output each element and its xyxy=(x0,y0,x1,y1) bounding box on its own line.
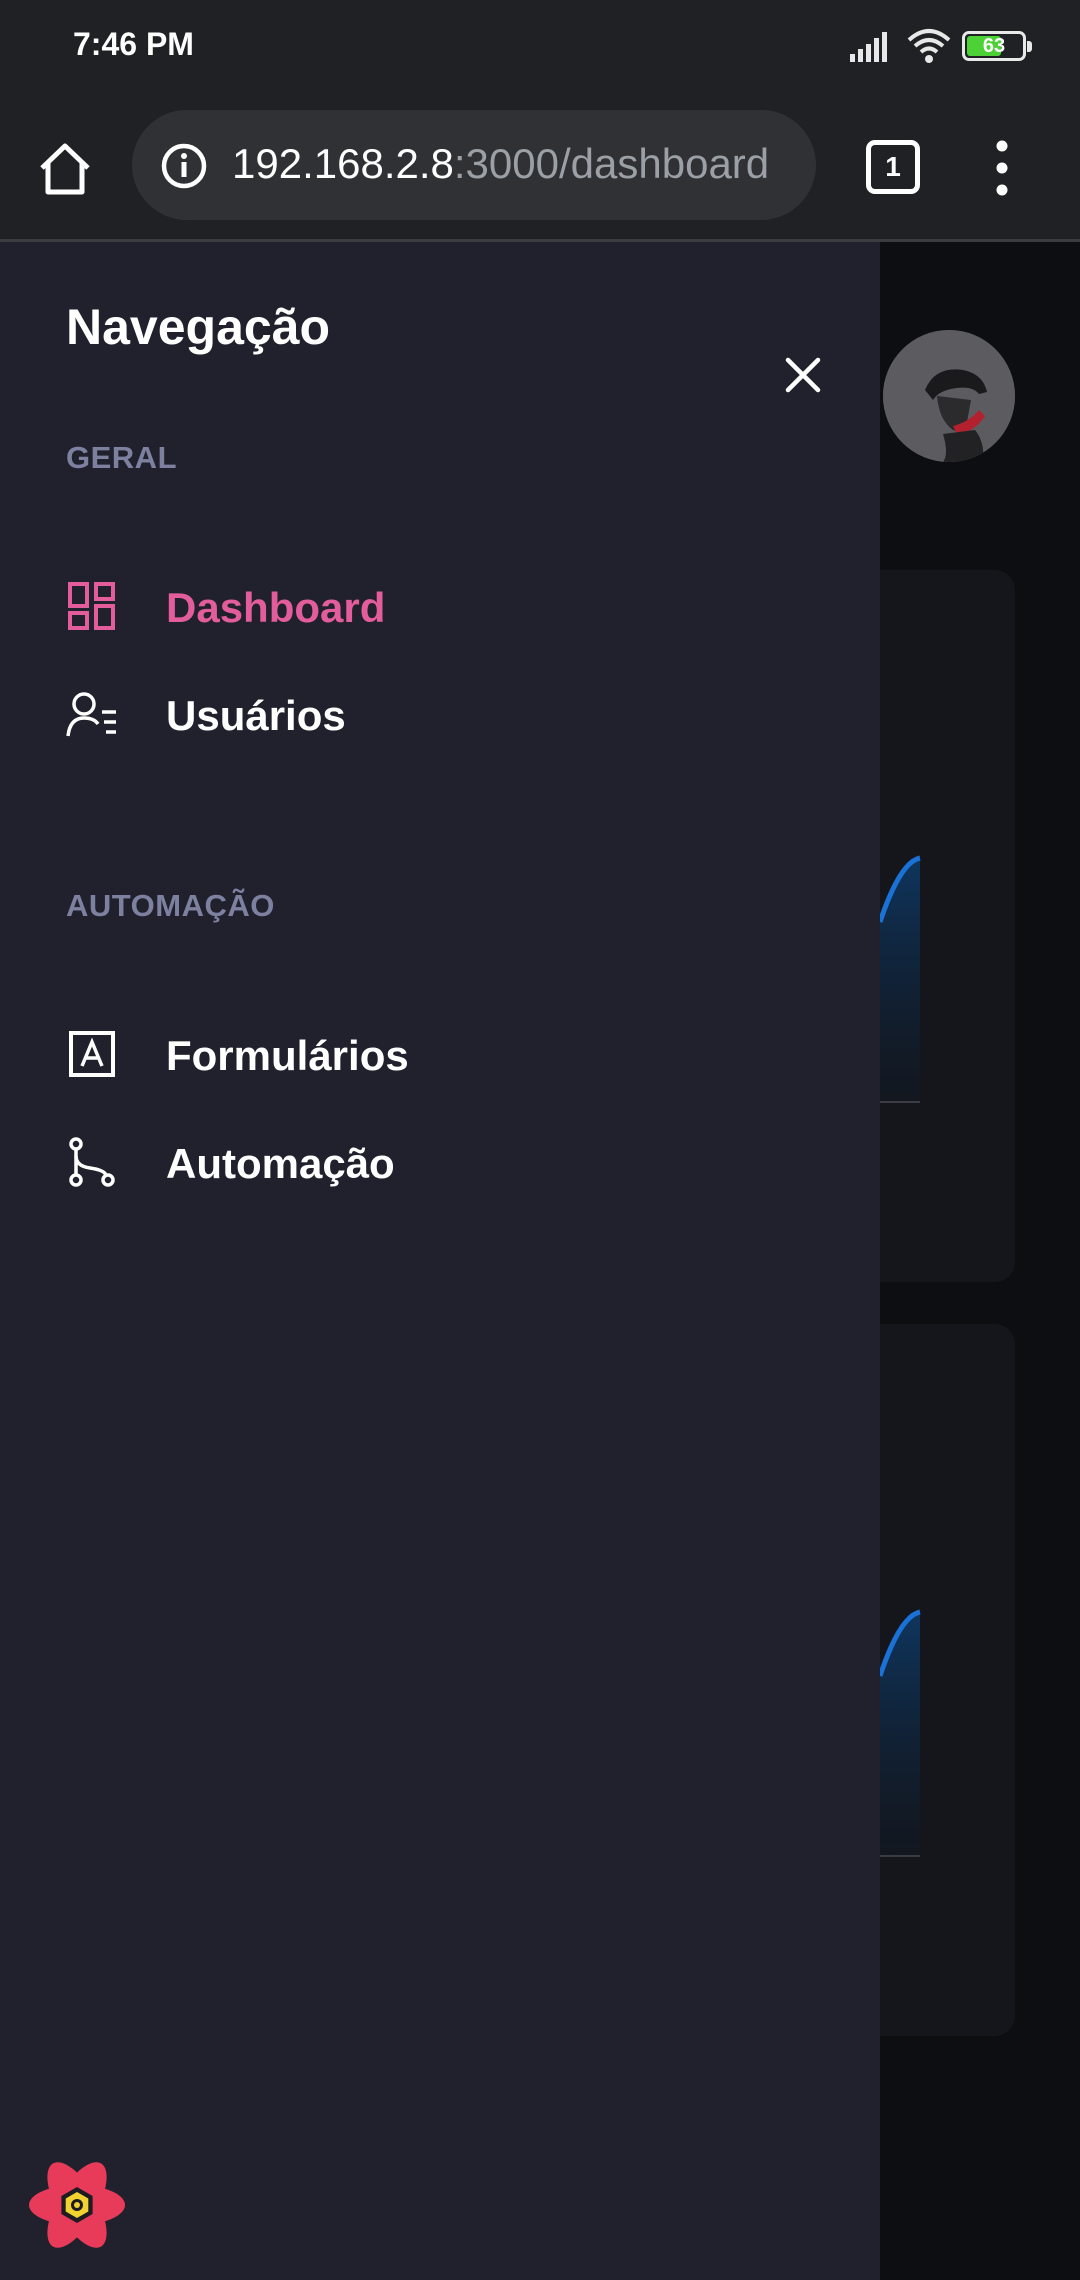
section-label-automacao: AUTOMAÇÃO xyxy=(66,888,275,923)
navigation-drawer: Navegação GERAL Dashboard Usuários AUTOM… xyxy=(0,242,880,2280)
nav-item-formularios[interactable]: Formulários xyxy=(66,1014,826,1094)
url-path: :3000/dashboard xyxy=(453,140,770,187)
dashboard-icon xyxy=(68,582,115,630)
nav-item-label: Usuários xyxy=(166,692,346,739)
nav-item-usuarios[interactable]: Usuários xyxy=(66,674,826,754)
browser-toolbar: 192.168.2.8:3000/dashboard 1 xyxy=(0,96,1080,242)
address-bar[interactable]: 192.168.2.8:3000/dashboard xyxy=(132,110,816,220)
status-bar: 7:46 PM 63 xyxy=(0,0,1080,96)
tabs-icon[interactable]: 1 xyxy=(866,140,920,194)
battery-icon: 63 xyxy=(962,31,1032,61)
nav-item-label: Dashboard xyxy=(166,584,386,631)
app-logo-icon xyxy=(29,2162,125,2248)
nav-item-automacao[interactable]: Automação xyxy=(66,1122,826,1202)
section-label-geral: GERAL xyxy=(66,440,177,475)
avatar-image xyxy=(883,330,1015,462)
nav-item-label: Automação xyxy=(166,1140,395,1187)
flow-icon xyxy=(69,1137,115,1187)
info-icon[interactable] xyxy=(160,142,208,190)
url-host: 192.168.2.8 xyxy=(232,140,454,187)
avatar[interactable] xyxy=(883,330,1015,462)
chart-curve xyxy=(880,855,921,1103)
wifi-icon xyxy=(907,29,951,63)
users-list-icon xyxy=(66,692,116,737)
battery-percent: 63 xyxy=(982,35,1006,57)
signal-icon xyxy=(850,32,887,62)
nav-item-label: Formulários xyxy=(166,1032,409,1079)
drawer-title: Navegação xyxy=(66,299,331,355)
home-icon[interactable] xyxy=(34,138,96,200)
status-time: 7:46 PM xyxy=(73,26,194,62)
close-icon[interactable] xyxy=(780,352,826,398)
url-text[interactable]: 192.168.2.8:3000/dashboard xyxy=(232,140,798,188)
form-icon xyxy=(69,1031,115,1077)
more-vert-icon[interactable] xyxy=(982,136,1022,200)
nav-item-dashboard[interactable]: Dashboard xyxy=(66,566,826,646)
chart-curve xyxy=(880,1609,921,1857)
